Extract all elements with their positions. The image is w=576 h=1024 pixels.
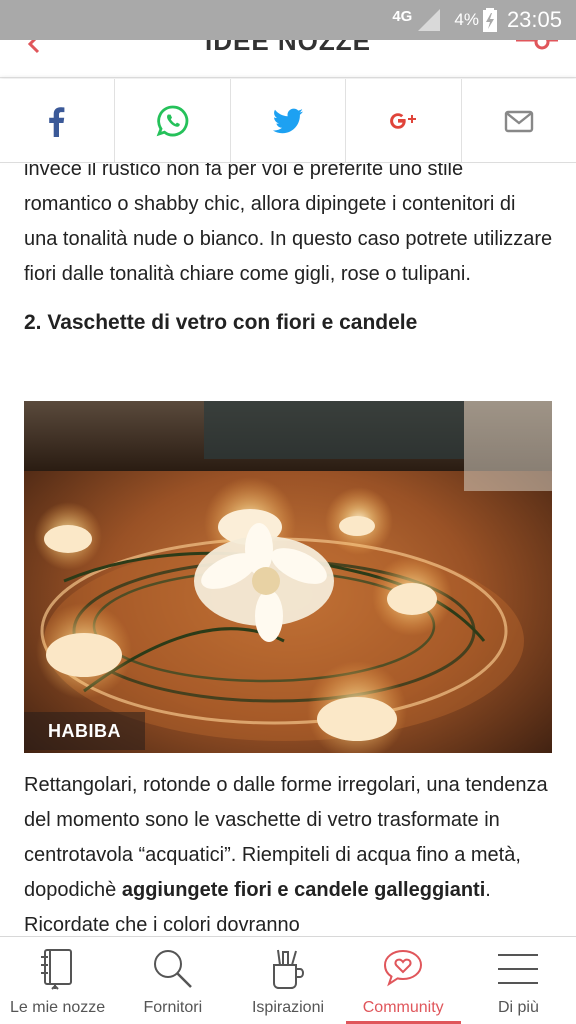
candle-bowl-photo	[24, 401, 552, 753]
clock: 23:05	[506, 7, 562, 32]
nav-label: Community	[362, 999, 444, 1016]
signal-icon	[418, 9, 441, 31]
nav-label: Fornitori	[143, 999, 203, 1016]
facebook-icon	[49, 106, 65, 137]
photo-credit: HABIBA	[24, 712, 145, 750]
app-header: IDEE NOZZE	[0, 40, 576, 78]
share-email-button[interactable]	[462, 79, 576, 162]
article-content: invece il rustico non fa per voi e prefe…	[24, 152, 554, 338]
share-bar	[0, 79, 576, 163]
nav-item-di-piu[interactable]: Di più	[461, 937, 576, 1024]
google-plus-icon	[390, 112, 417, 129]
nav-item-community[interactable]: Community	[345, 937, 462, 1024]
section-heading: 2. Vaschette di vetro con fiori e candel…	[24, 311, 418, 334]
twitter-icon	[272, 108, 304, 133]
status-bar: 4G 4% 23:05	[0, 0, 576, 40]
menu-icon	[498, 954, 539, 984]
bottom-navigation: Le mie nozze Fornitori Ispirazioni Commu…	[0, 936, 576, 1024]
page-title: IDEE NOZZE	[204, 40, 371, 56]
network-type: 4G	[392, 7, 413, 25]
article-photo[interactable]: HABIBA	[24, 401, 552, 753]
email-icon	[504, 110, 534, 132]
nav-label: Di più	[497, 999, 539, 1016]
share-facebook-button[interactable]	[0, 79, 116, 162]
battery-percent: 4%	[454, 10, 479, 29]
nav-label: Le mie nozze	[10, 999, 106, 1016]
article-paragraph-2: Rettangolari, rotonde o dalle forme irre…	[24, 768, 554, 943]
paragraph-bold-text: aggiungete fiori e candele galleggianti	[121, 879, 486, 901]
search-icon	[153, 950, 192, 988]
notebook-icon	[40, 949, 72, 990]
battery-charging-icon	[482, 8, 497, 32]
whatsapp-icon	[156, 105, 188, 136]
share-google-plus-button[interactable]	[346, 79, 462, 162]
share-twitter-button[interactable]	[231, 79, 347, 162]
nav-item-fornitori[interactable]: Fornitori	[115, 937, 230, 1024]
nav-label: Ispirazioni	[251, 999, 325, 1016]
filter-icon[interactable]	[514, 40, 560, 54]
nav-item-ispirazioni[interactable]: Ispirazioni	[230, 937, 345, 1024]
nav-item-le-mie-nozze[interactable]: Le mie nozze	[0, 937, 115, 1024]
article-paragraph: invece il rustico non fa per voi e prefe…	[24, 158, 553, 285]
share-whatsapp-button[interactable]	[115, 79, 231, 162]
inspiration-icon	[273, 949, 305, 989]
heart-chat-icon	[384, 949, 423, 987]
